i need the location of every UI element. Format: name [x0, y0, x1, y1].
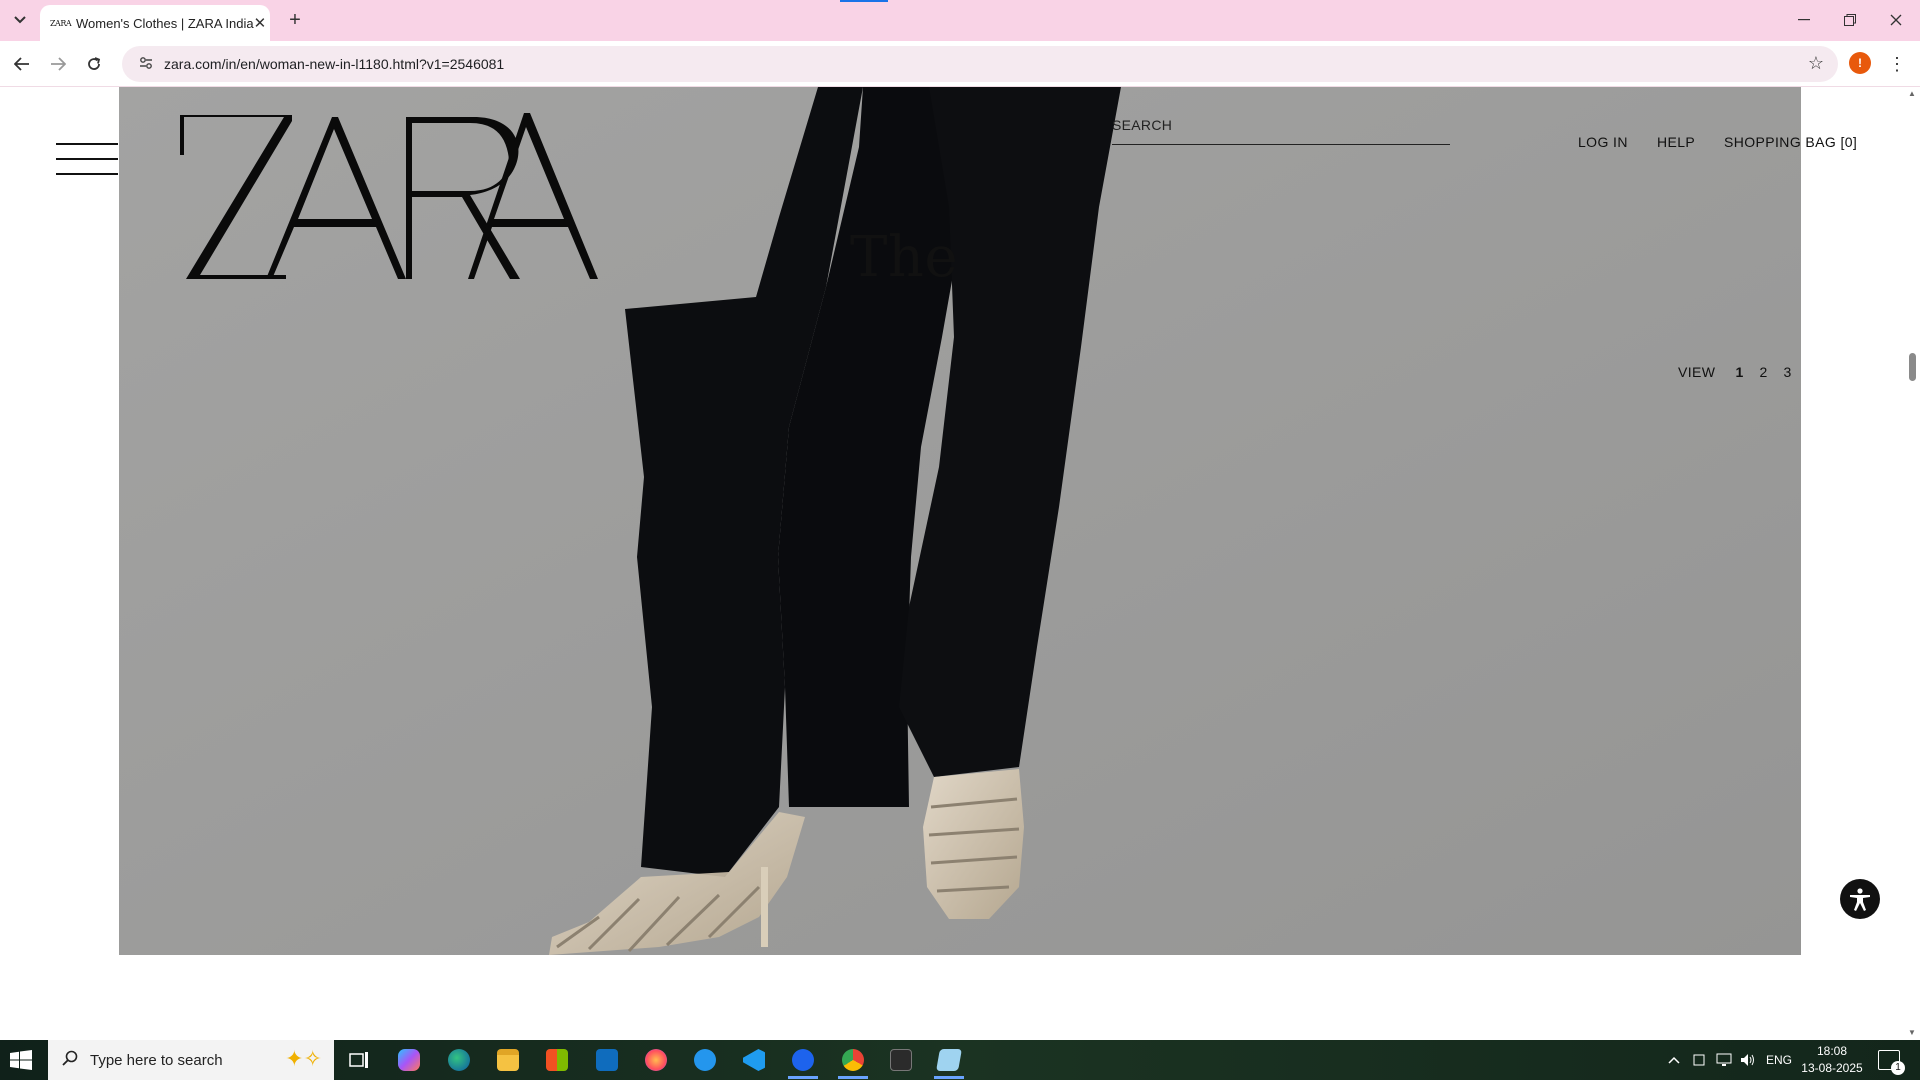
docker-icon[interactable]	[684, 1044, 726, 1076]
clock-time: 18:08	[1816, 1044, 1848, 1058]
site-settings-icon[interactable]	[128, 56, 164, 73]
windows-start-icon[interactable]	[10, 1050, 32, 1070]
network-icon[interactable]	[1716, 1040, 1732, 1080]
restore-icon[interactable]	[1830, 6, 1870, 34]
search-input[interactable]: SEARCH	[1112, 117, 1450, 145]
reload-icon[interactable]	[80, 50, 108, 78]
clock-date: 13-08-2025	[1801, 1061, 1863, 1075]
close-icon[interactable]: ✕	[254, 14, 267, 32]
outlook-icon[interactable]	[586, 1044, 628, 1076]
hero-headline: The	[850, 225, 959, 290]
volume-icon[interactable]	[1740, 1040, 1756, 1080]
taskbar-clock[interactable]: 18:08 13-08-2025	[1800, 1043, 1864, 1077]
file-explorer-icon[interactable]	[487, 1044, 529, 1076]
terminal-icon[interactable]	[880, 1044, 922, 1076]
meet-now-icon[interactable]	[1692, 1040, 1706, 1080]
plus-icon[interactable]: +	[283, 8, 307, 32]
star-icon[interactable]: ☆	[1808, 53, 1824, 74]
scroll-up-icon[interactable]: ▲	[1908, 89, 1916, 98]
zara-logo[interactable]	[174, 107, 600, 287]
chevron-down-icon[interactable]	[8, 8, 32, 32]
taskbar-search-box[interactable]: Type here to search ✦✧	[48, 1040, 334, 1080]
close-window-icon[interactable]	[1876, 6, 1916, 34]
browser-toolbar: zara.com/in/en/woman-new-in-l1180.html?v…	[0, 41, 1920, 87]
tray-chevron-up-icon[interactable]	[1668, 1040, 1680, 1080]
login-link[interactable]: LOG IN	[1578, 134, 1628, 150]
scroll-thumb[interactable]	[1909, 353, 1916, 381]
shopping-bag-link[interactable]: SHOPPING BAG [0]	[1724, 134, 1857, 150]
language-indicator[interactable]: ENG	[1766, 1040, 1792, 1080]
zara-logo-mark	[180, 113, 598, 279]
firefox-icon[interactable]	[635, 1044, 677, 1076]
browser-tab[interactable]: ZARA Women's Clothes | ZARA India ✕	[40, 5, 270, 41]
copilot-icon[interactable]	[388, 1044, 430, 1076]
back-arrow-icon[interactable]	[8, 50, 36, 78]
forward-arrow-icon[interactable]	[44, 50, 72, 78]
view-switcher: VIEW 1 2 3	[1678, 364, 1799, 380]
drag-indicator	[840, 0, 888, 2]
edge-icon[interactable]	[438, 1044, 480, 1076]
page-scrollbar[interactable]: ▲ ▼	[1904, 87, 1920, 1040]
zara-favicon-icon: ZARA	[50, 18, 72, 28]
kebab-menu-icon[interactable]: ⋮	[1886, 50, 1908, 78]
accessibility-icon[interactable]	[1840, 879, 1880, 919]
view-option-3[interactable]: 3	[1775, 364, 1799, 380]
page-viewport: SEARCH LOG IN HELP SHOPPING BAG [0] The …	[0, 87, 1920, 1040]
microsoft-store-icon[interactable]	[536, 1044, 578, 1076]
browser-title-bar: ZARA Women's Clothes | ZARA India ✕ +	[0, 0, 1920, 41]
chrome-icon[interactable]	[832, 1044, 874, 1079]
url-text: zara.com/in/en/woman-new-in-l1180.html?v…	[164, 56, 505, 72]
search-highlight-icon: ✦✧	[285, 1046, 322, 1071]
vscode-icon[interactable]	[733, 1044, 775, 1076]
windows-taskbar: Type here to search ✦✧ ENG 18:08 13-08-2…	[0, 1040, 1920, 1080]
view-option-1[interactable]: 1	[1727, 364, 1751, 380]
view-option-2[interactable]: 2	[1751, 364, 1775, 380]
task-view-icon[interactable]	[338, 1044, 380, 1076]
minimize-icon[interactable]	[1784, 6, 1824, 34]
profile-avatar[interactable]: !	[1849, 52, 1871, 74]
hamburger-menu-icon[interactable]	[56, 143, 118, 175]
notepad-icon[interactable]	[928, 1044, 970, 1079]
view-label: VIEW	[1678, 364, 1716, 380]
search-label: SEARCH	[1112, 117, 1173, 133]
docker-desktop-icon[interactable]	[782, 1044, 824, 1079]
notification-center-icon[interactable]: 1	[1878, 1050, 1905, 1075]
scroll-down-icon[interactable]: ▼	[1908, 1028, 1916, 1037]
address-bar[interactable]: zara.com/in/en/woman-new-in-l1180.html?v…	[122, 46, 1838, 82]
help-link[interactable]: HELP	[1657, 134, 1695, 150]
taskbar-search-placeholder: Type here to search	[90, 1051, 223, 1069]
tab-title: Women's Clothes | ZARA India	[76, 15, 254, 31]
notification-count: 1	[1891, 1061, 1905, 1075]
search-icon	[62, 1050, 82, 1070]
